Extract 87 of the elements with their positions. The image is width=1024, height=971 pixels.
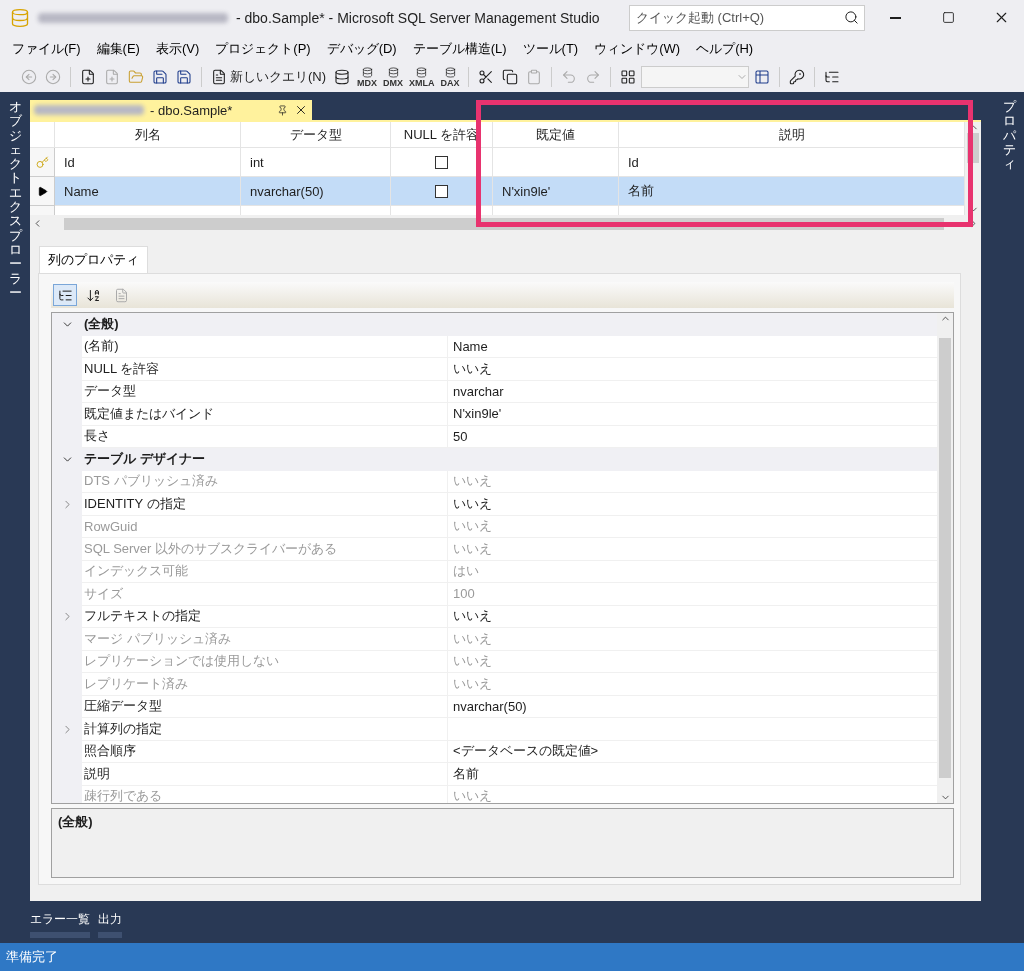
- menu-item[interactable]: 編集(E): [88, 36, 148, 61]
- current-row-icon: [36, 185, 48, 197]
- row-selector[interactable]: [30, 177, 55, 206]
- key-icon: [35, 155, 49, 169]
- vertical-scrollbar[interactable]: [937, 313, 953, 803]
- maximize-icon: [942, 11, 955, 24]
- folder-icon: [128, 69, 144, 85]
- column-header[interactable]: データ型: [241, 122, 391, 148]
- scroll-thumb[interactable]: [939, 338, 951, 778]
- property-name: サイズ: [82, 583, 448, 606]
- property-name: マージ パブリッシュ済み: [82, 628, 448, 651]
- dropdown-field[interactable]: [640, 66, 749, 88]
- property-name: フルテキストの指定: [82, 605, 448, 628]
- property-name: SQL Server 以外のサブスクライバーがある: [82, 538, 448, 561]
- column-header[interactable]: 説明: [619, 122, 965, 148]
- table-row[interactable]: Id int Id: [30, 148, 965, 177]
- category-label: テーブル デザイナー: [83, 450, 206, 469]
- list-icon: [823, 69, 840, 85]
- property-name: RowGuid: [82, 515, 448, 538]
- quick-launch-field[interactable]: クイック起動 (Ctrl+Q): [629, 4, 865, 31]
- scissors-icon: [477, 69, 494, 85]
- save-icon: [152, 69, 168, 85]
- key-icon: [788, 69, 805, 85]
- list-icon: [57, 287, 73, 303]
- document-icon: [211, 69, 227, 85]
- menu-item[interactable]: デバッグ(D): [318, 36, 405, 61]
- app-icon: [10, 7, 30, 28]
- checkbox[interactable]: [435, 155, 448, 169]
- menu-item[interactable]: プロジェクト(P): [207, 36, 319, 61]
- menu-item[interactable]: テーブル構造(L): [404, 36, 515, 61]
- database-icon: [444, 66, 456, 78]
- property-name: データ型: [82, 380, 448, 403]
- new-query-button[interactable]: 新しいクエリ(N): [208, 66, 330, 88]
- pin-icon: [277, 104, 288, 116]
- database-icon: [416, 66, 428, 78]
- query-type-button[interactable]: XMLA: [407, 66, 437, 88]
- category-label: (全般): [83, 315, 120, 334]
- minimize-icon: [890, 16, 901, 19]
- menu-item[interactable]: ヘルプ(H): [688, 36, 762, 61]
- description-title: (全般): [58, 814, 93, 829]
- query-type-button[interactable]: MDX: [355, 66, 380, 88]
- checkbox[interactable]: [435, 184, 448, 198]
- document-icon: [113, 287, 129, 303]
- query-type-button[interactable]: DAX: [438, 66, 462, 88]
- database-icon: [361, 66, 373, 78]
- table-icon: [753, 69, 770, 85]
- copy-icon: [501, 69, 518, 85]
- property-name: 説明: [82, 763, 448, 786]
- property-name: 圧縮データ型: [82, 695, 448, 718]
- properties-tab[interactable]: 列のプロパティ: [39, 246, 148, 273]
- document-tab[interactable]: - dbo.Sample*: [30, 100, 312, 120]
- property-name: インデックス可能: [82, 560, 448, 583]
- menu-item[interactable]: ファイル(F): [4, 36, 89, 61]
- property-name: 計算列の指定: [82, 718, 448, 741]
- redo-icon: [584, 69, 601, 85]
- column-header[interactable]: 既定値: [493, 122, 619, 148]
- property-name: レプリケーションでは使用しない: [82, 650, 448, 673]
- close-icon: [294, 103, 308, 117]
- property-name: 長さ: [82, 425, 448, 448]
- undo-icon: [560, 69, 577, 85]
- search-icon: [844, 9, 859, 25]
- property-name: (名前): [82, 335, 448, 358]
- database-icon: [334, 69, 351, 85]
- window-title: - dbo.Sample* - Microsoft SQL Server Management Studio: [236, 9, 600, 26]
- status-text: 準備完了: [6, 948, 58, 966]
- property-name: NULL を許容: [82, 358, 448, 381]
- table-row[interactable]: Name nvarchar(50) N'xin9le' 名前: [30, 177, 965, 206]
- categorized-button[interactable]: [53, 284, 77, 306]
- property-name: 照合順序: [82, 740, 448, 763]
- new-file-icon: [80, 69, 96, 85]
- menu-item[interactable]: ウィンドウ(W): [586, 36, 689, 61]
- side-tab[interactable]: プロパティ: [994, 92, 1024, 943]
- grid-icon: [619, 69, 636, 85]
- property-name: DTS パブリッシュ済み: [82, 470, 448, 493]
- property-name: レプリケート済み: [82, 673, 448, 696]
- menu-item[interactable]: ツール(T): [514, 36, 587, 61]
- new-file-icon: [104, 69, 120, 85]
- property-name: IDENTITY の指定: [82, 493, 448, 516]
- save-icon: [176, 69, 192, 85]
- side-tab[interactable]: オブジェクトエクスプローラー: [0, 92, 30, 943]
- clipboard-icon: [525, 69, 542, 85]
- query-type-button[interactable]: DMX: [381, 66, 406, 88]
- menu-item[interactable]: 表示(V): [147, 36, 208, 61]
- sort-icon: [85, 287, 101, 303]
- property-name: 既定値またはバインド: [82, 403, 448, 426]
- column-header[interactable]: 列名: [55, 122, 241, 148]
- database-icon: [387, 66, 399, 78]
